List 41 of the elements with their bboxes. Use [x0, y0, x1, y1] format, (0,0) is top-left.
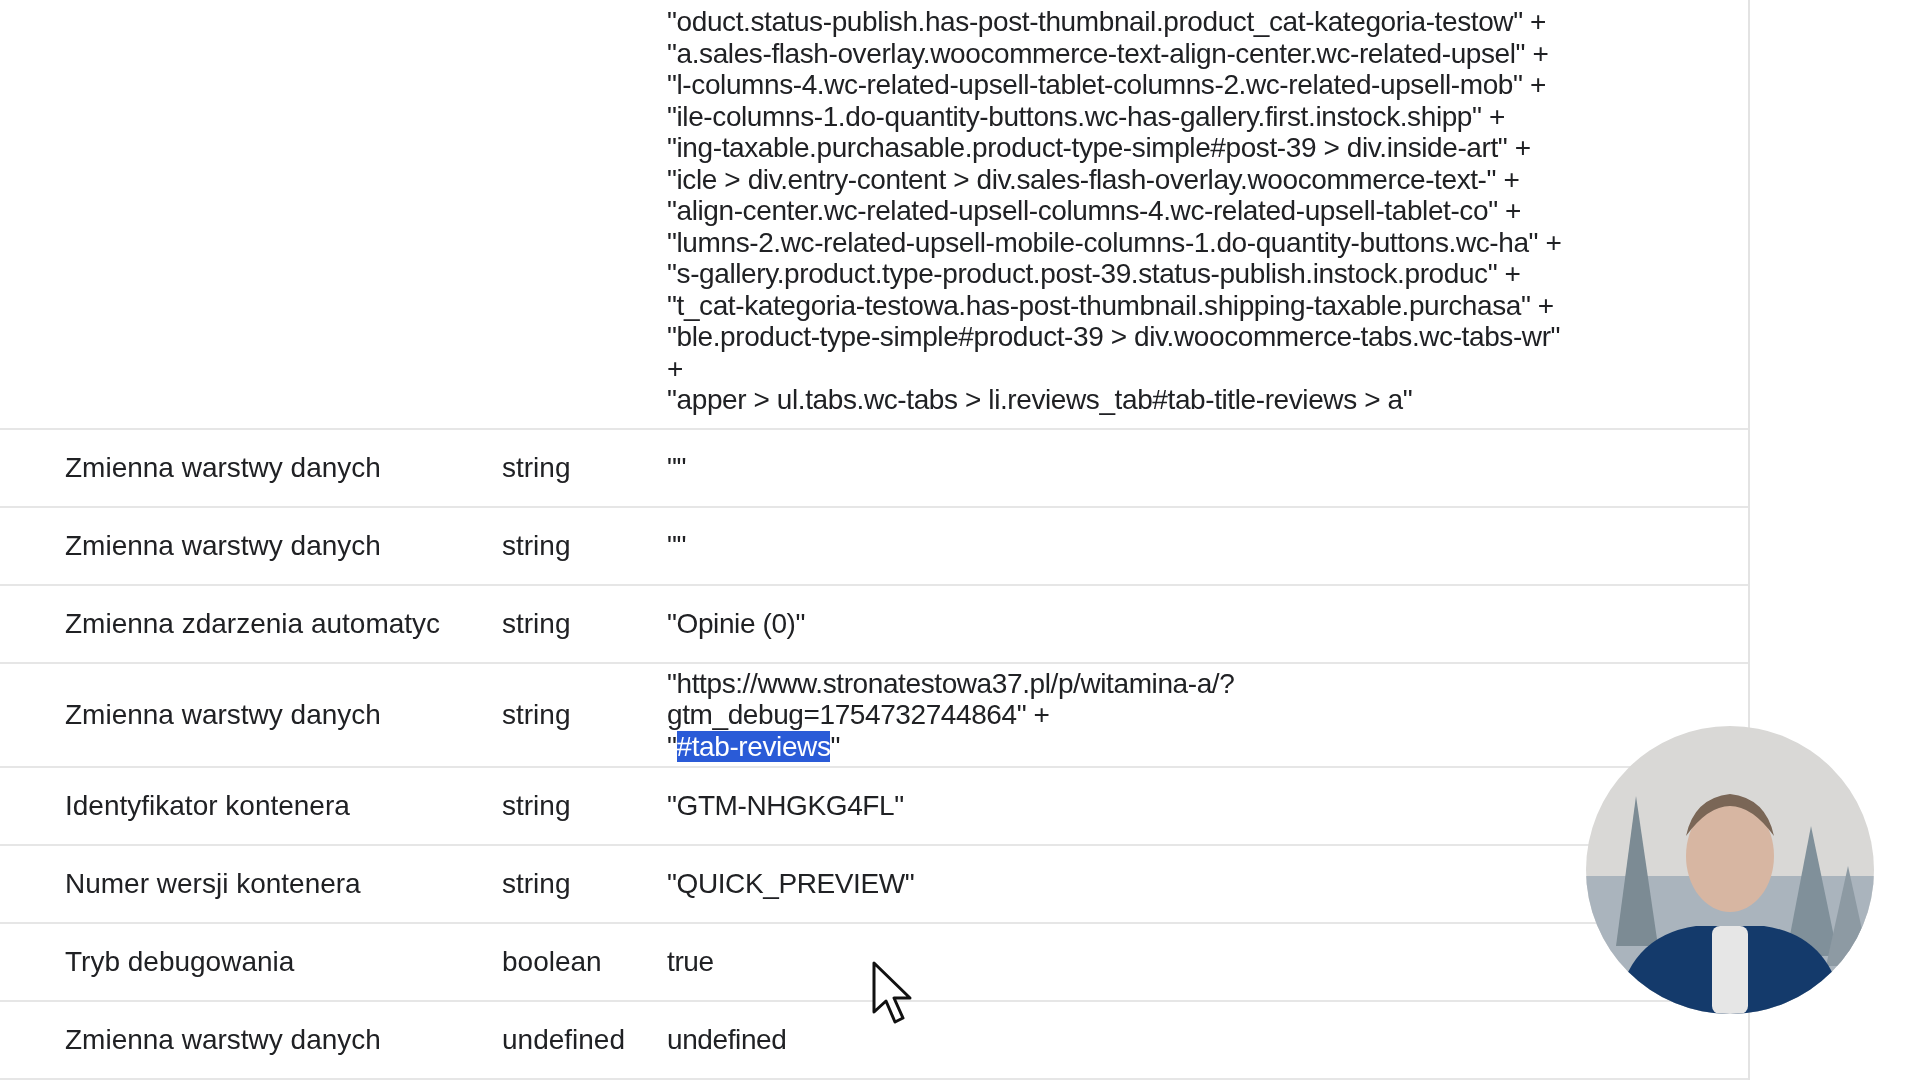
variable-name: Tryb debugowania	[65, 946, 296, 978]
variable-name: Zmienna warstwy danych	[65, 451, 382, 484]
value-line: "Opinie (0)"	[667, 607, 807, 640]
value-line: "QUICK_PREVIEW"	[667, 868, 916, 900]
value-line: "a.sales-flash-overlay.woocommerce-text-align-center.wc-related-upsel" +	[667, 37, 1550, 69]
value-line: true	[667, 946, 715, 978]
variable-type: boolean	[502, 946, 603, 978]
value-line: "align-center.wc-related-upsell-columns-4.wc-related-upsell-tablet-co" +	[667, 195, 1522, 227]
value-line: "l-columns-4.wc-related-upsell-tablet-columns-2.wc-related-upsell-mob" +	[667, 69, 1547, 101]
value-line: ""	[667, 451, 688, 484]
variable-type: string	[502, 529, 572, 562]
variable-name: Numer wersji kontenera	[65, 868, 362, 900]
variable-name: Zmienna warstwy danych	[65, 529, 382, 562]
variable-type: string	[502, 451, 572, 484]
variable-name: Zmienna warstwy danych	[65, 1024, 382, 1056]
value-line: undefined	[667, 1024, 788, 1056]
value-line: "s-gallery.product.type-product.post-39.status-publish.instock.produc" +	[667, 258, 1522, 290]
variable-type: string	[502, 607, 572, 640]
variable-type: string	[502, 698, 572, 731]
value-line: "ing-taxable.purchasable.product-type-simple#post-39 > div.inside-art" +	[667, 132, 1532, 164]
value-line: "ble.product-type-simple#product-39 > div.woocommerce-tabs.wc-tabs-wr"	[667, 321, 1562, 353]
value-line: ""	[667, 529, 688, 562]
selected-text: #tab-reviews	[676, 730, 831, 762]
value-line: "oduct.status-publish.has-post-thumbnail.product_cat-kategoria-testow" +	[667, 6, 1547, 38]
variable-type: string	[502, 790, 572, 822]
value-line: "t_cat-kategoria-testowa.has-post-thumbnail.shipping-taxable.purchasa" +	[667, 289, 1555, 321]
value-line: "ile-columns-1.do-quantity-buttons.wc-has-gallery.first.instock.shipp" +	[667, 100, 1506, 132]
value-line: gtm_debug=1754732744864" +	[667, 699, 1051, 731]
variable-type: undefined	[502, 1024, 626, 1056]
value-line: "https://www.stronatestowa37.pl/p/witamina-a/?	[667, 667, 1236, 699]
variable-type: string	[502, 868, 572, 900]
value-text: "	[830, 730, 841, 762]
value-line: +	[667, 352, 684, 384]
value-line: "apper > ul.tabs.wc-tabs > li.reviews_tab#tab-title-reviews > a"	[667, 384, 1414, 416]
variable-name: Identyfikator kontenera	[65, 790, 351, 822]
value-line: "icle > div.entry-content > div.sales-flash-overlay.woocommerce-text-" +	[667, 163, 1521, 195]
value-text: "	[667, 730, 677, 762]
value-line: "lumns-2.wc-related-upsell-mobile-columns-1.do-quantity-buttons.wc-ha" +	[667, 226, 1563, 258]
variable-name: Zmienna warstwy danych	[65, 698, 382, 731]
value-line: "GTM-NHGKG4FL"	[667, 790, 905, 822]
variable-name: Zmienna zdarzenia automatyc	[65, 607, 442, 640]
